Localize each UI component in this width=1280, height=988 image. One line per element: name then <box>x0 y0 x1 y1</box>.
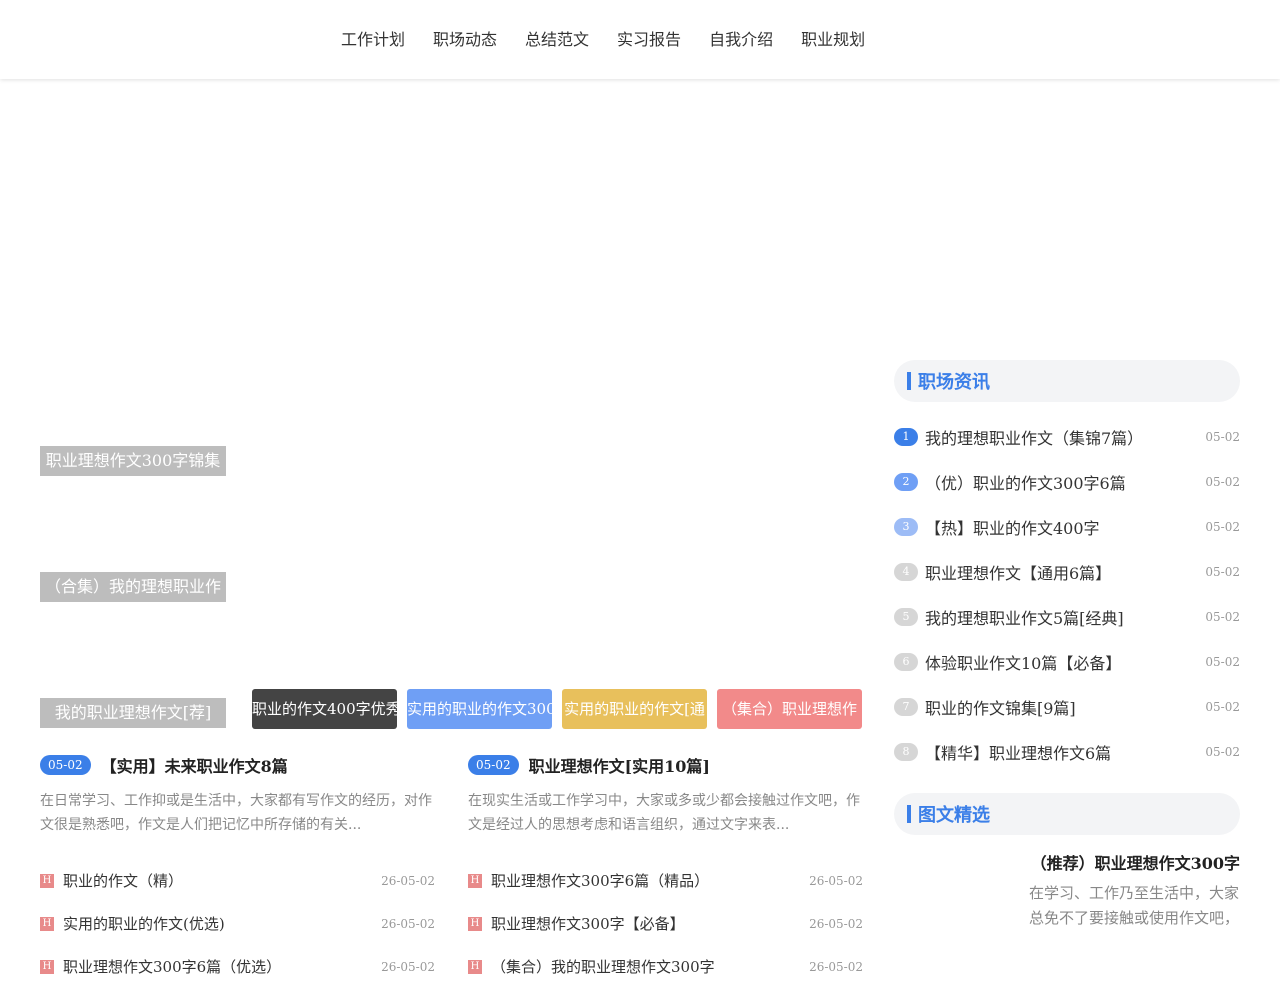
article-title-row[interactable]: 05-02 职业理想作文[实用10篇] <box>468 753 863 777</box>
nav-item-workplace-news[interactable]: 职场动态 <box>419 28 511 52</box>
slide-tag-3[interactable]: 我的职业理想作文[荐] <box>40 698 226 728</box>
rank-number-badge: 1 <box>894 427 918 446</box>
slide-tag-2[interactable]: （合集）我的理想职业作 <box>40 572 226 602</box>
featured-tile-1[interactable]: 职业的作文400字优秀 <box>252 689 397 729</box>
hot-badge-icon: H <box>40 959 54 974</box>
news-item-date: 05-02 <box>1205 699 1240 714</box>
list-item[interactable]: 1 我的理想职业作文（集锦7篇） 05-02 <box>894 414 1240 459</box>
list-item-title[interactable]: 职业理想作文300字【必备】 <box>491 913 809 934</box>
news-item-title[interactable]: 我的理想职业作文（集锦7篇） <box>925 425 1205 449</box>
list-item-date: 26-05-02 <box>809 959 863 974</box>
news-item-title[interactable]: 职业理想作文【通用6篇】 <box>925 560 1205 584</box>
news-item-title[interactable]: 职业的作文锦集[9篇] <box>925 695 1205 719</box>
news-item-title[interactable]: 【热】职业的作文400字 <box>925 515 1205 539</box>
top-header: 工作计划 职场动态 总结范文 实习报告 自我介绍 职业规划 <box>0 0 1280 79</box>
article-excerpt: 在日常学习、工作抑或是生活中，大家都有写作文的经历，对作文很是熟悉吧，作文是人们… <box>40 793 432 833</box>
list-item[interactable]: 3 【热】职业的作文400字 05-02 <box>894 504 1240 549</box>
rank-number-badge: 5 <box>894 607 918 626</box>
list-item[interactable]: 8 【精华】职业理想作文6篇 05-02 <box>894 729 1240 774</box>
nav-item-career-plan[interactable]: 职业规划 <box>787 28 879 52</box>
article-block-1: 05-02 【实用】未来职业作文8篇 在日常学习、工作抑或是生活中，大家都有写作… <box>40 753 435 988</box>
news-item-date: 05-02 <box>1205 744 1240 759</box>
rank-number-badge: 3 <box>894 517 918 536</box>
rank-number-badge: 7 <box>894 697 918 716</box>
article-related-list: H 职业的作文（精） 26-05-02 H 实用的职业的作文(优选) 26-05… <box>40 859 435 988</box>
sidebar-picks: 图文精选 <box>894 793 1240 835</box>
news-item-date: 05-02 <box>1205 609 1240 624</box>
list-item[interactable]: 5 我的理想职业作文5篇[经典] 05-02 <box>894 594 1240 639</box>
article-excerpt: 在现实生活或工作学习中，大家或多或少都会接触过作文吧，作文是经过人的思想考虑和语… <box>468 793 860 833</box>
list-item-title[interactable]: 实用的职业的作文(优选) <box>63 913 381 934</box>
list-item[interactable]: 6 体验职业作文10篇【必备】 05-02 <box>894 639 1240 684</box>
list-item-date: 26-05-02 <box>381 916 435 931</box>
hot-badge-icon: H <box>468 916 482 931</box>
list-item[interactable]: H 职业的作文（精） 26-05-02 <box>40 859 435 902</box>
news-item-date: 05-02 <box>1205 429 1240 444</box>
news-item-date: 05-02 <box>1205 519 1240 534</box>
rank-number-badge: 4 <box>894 562 918 581</box>
news-item-date: 05-02 <box>1205 564 1240 579</box>
list-item-title[interactable]: 职业理想作文300字6篇（优选） <box>63 956 381 977</box>
rank-number-badge: 2 <box>894 472 918 491</box>
list-item-date: 26-05-02 <box>809 873 863 888</box>
hot-badge-icon: H <box>468 873 482 888</box>
list-item-date: 26-05-02 <box>381 959 435 974</box>
article-block-2: 05-02 职业理想作文[实用10篇] 在现实生活或工作学习中，大家或多或少都会… <box>468 753 863 988</box>
list-item[interactable]: H （集合）我的职业理想作文300字 26-05-02 <box>468 945 863 988</box>
featured-tiles: 职业的作文400字优秀 实用的职业的作文300 实用的职业的作文[通 （集合）职… <box>252 689 862 729</box>
news-item-title[interactable]: （优）职业的作文300字6篇 <box>925 470 1205 494</box>
hot-badge-icon: H <box>40 916 54 931</box>
list-item-date: 26-05-02 <box>809 916 863 931</box>
list-item-title[interactable]: 职业的作文（精） <box>63 870 381 891</box>
article-date-badge: 05-02 <box>468 755 519 775</box>
hot-badge-icon: H <box>40 873 54 888</box>
rank-number-badge: 6 <box>894 652 918 671</box>
accent-bar-icon <box>907 372 911 390</box>
nav-item-summary[interactable]: 总结范文 <box>511 28 603 52</box>
list-item[interactable]: 2 （优）职业的作文300字6篇 05-02 <box>894 459 1240 504</box>
list-item[interactable]: H 职业理想作文300字6篇（优选） 26-05-02 <box>40 945 435 988</box>
featured-tile-4[interactable]: （集合）职业理想作 <box>717 689 862 729</box>
news-item-title[interactable]: 我的理想职业作文5篇[经典] <box>925 605 1205 629</box>
article-title[interactable]: 职业理想作文[实用10篇] <box>529 753 710 777</box>
accent-bar-icon <box>907 805 911 823</box>
featured-tile-2[interactable]: 实用的职业的作文300 <box>407 689 552 729</box>
list-item[interactable]: H 职业理想作文300字6篇（精品） 26-05-02 <box>468 859 863 902</box>
list-item-title[interactable]: 职业理想作文300字6篇（精品） <box>491 870 809 891</box>
nav-item-internship-report[interactable]: 实习报告 <box>603 28 695 52</box>
list-item[interactable]: 7 职业的作文锦集[9篇] 05-02 <box>894 684 1240 729</box>
main-nav: 工作计划 职场动态 总结范文 实习报告 自我介绍 职业规划 <box>327 28 879 52</box>
pick-item[interactable]: （推荐）职业理想作文300字 在学习、工作乃至生活中，大家总免不了要接触或使用作… <box>1029 852 1240 931</box>
news-item-title[interactable]: 体验职业作文10篇【必备】 <box>925 650 1205 674</box>
news-rank-list: 1 我的理想职业作文（集锦7篇） 05-02 2 （优）职业的作文300字6篇 … <box>894 414 1240 774</box>
featured-tile-3[interactable]: 实用的职业的作文[通 <box>562 689 707 729</box>
sidebar-news: 职场资讯 1 我的理想职业作文（集锦7篇） 05-02 2 （优）职业的作文30… <box>894 360 1240 774</box>
list-item[interactable]: H 职业理想作文300字【必备】 26-05-02 <box>468 902 863 945</box>
rank-number-badge: 8 <box>894 742 918 761</box>
article-title-row[interactable]: 05-02 【实用】未来职业作文8篇 <box>40 753 435 777</box>
news-item-date: 05-02 <box>1205 474 1240 489</box>
list-item-title[interactable]: （集合）我的职业理想作文300字 <box>491 956 809 977</box>
article-related-list: H 职业理想作文300字6篇（精品） 26-05-02 H 职业理想作文300字… <box>468 859 863 988</box>
article-title[interactable]: 【实用】未来职业作文8篇 <box>101 753 288 777</box>
nav-item-self-intro[interactable]: 自我介绍 <box>695 28 787 52</box>
slide-tag-1[interactable]: 职业理想作文300字锦集 <box>40 446 226 476</box>
article-date-badge: 05-02 <box>40 755 91 775</box>
sidebar-news-header: 职场资讯 <box>894 360 1240 402</box>
news-item-title[interactable]: 【精华】职业理想作文6篇 <box>925 740 1205 764</box>
list-item[interactable]: H 实用的职业的作文(优选) 26-05-02 <box>40 902 435 945</box>
sidebar-picks-title: 图文精选 <box>918 805 990 826</box>
list-item[interactable]: 4 职业理想作文【通用6篇】 05-02 <box>894 549 1240 594</box>
sidebar-picks-header: 图文精选 <box>894 793 1240 835</box>
news-item-date: 05-02 <box>1205 654 1240 669</box>
pick-item-desc: 在学习、工作乃至生活中，大家总免不了要接触或使用作文吧， <box>1029 884 1240 927</box>
list-item-date: 26-05-02 <box>381 873 435 888</box>
hot-badge-icon: H <box>468 959 482 974</box>
sidebar-news-title: 职场资讯 <box>918 372 990 393</box>
nav-item-work-plan[interactable]: 工作计划 <box>327 28 419 52</box>
pick-item-title[interactable]: （推荐）职业理想作文300字 <box>1029 852 1240 876</box>
